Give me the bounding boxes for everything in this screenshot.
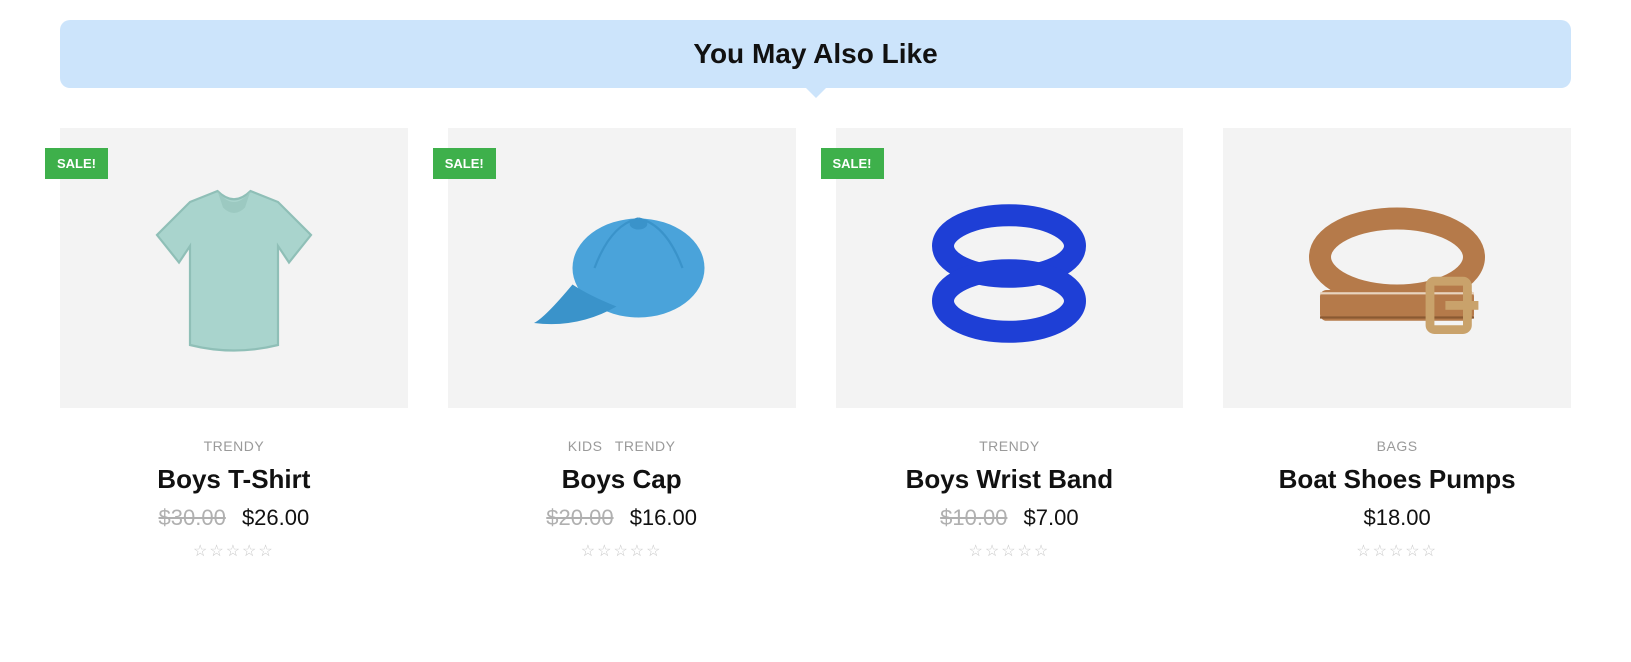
cap-icon xyxy=(512,158,732,378)
product-categories[interactable]: TRENDY xyxy=(836,438,1184,454)
product-categories[interactable]: TRENDY xyxy=(60,438,408,454)
category-link[interactable]: KIDS xyxy=(568,438,603,454)
belt-icon xyxy=(1287,158,1507,378)
new-price: $26.00 xyxy=(242,505,309,530)
old-price: $30.00 xyxy=(159,505,226,530)
product-price: $20.00 $16.00 xyxy=(448,505,796,531)
category-link[interactable]: BAGS xyxy=(1377,438,1418,454)
sale-badge: SALE! xyxy=(821,148,884,179)
product-title[interactable]: Boys Cap xyxy=(448,464,796,495)
new-price: $16.00 xyxy=(630,505,697,530)
category-link[interactable]: TRENDY xyxy=(615,438,676,454)
category-link[interactable]: TRENDY xyxy=(979,438,1040,454)
product-categories[interactable]: KIDS TRENDY xyxy=(448,438,796,454)
product-image[interactable]: SALE! xyxy=(836,128,1184,408)
old-price: $20.00 xyxy=(546,505,613,530)
sale-badge: SALE! xyxy=(433,148,496,179)
product-image[interactable]: SALE! xyxy=(60,128,408,408)
product-title[interactable]: Boys Wrist Band xyxy=(836,464,1184,495)
sale-badge: SALE! xyxy=(45,148,108,179)
rating-stars: ☆☆☆☆☆ xyxy=(60,541,408,561)
product-card[interactable]: SALE! KIDS TRENDY Boys Cap $20.00 $16.00… xyxy=(448,128,796,561)
new-price: $18.00 xyxy=(1363,505,1430,530)
product-title[interactable]: Boat Shoes Pumps xyxy=(1223,464,1571,495)
product-grid: SALE! TRENDY Boys T-Shirt $30.00 $26.00 … xyxy=(60,128,1571,561)
product-price: $18.00 xyxy=(1223,505,1571,531)
section-title: You May Also Like xyxy=(60,20,1571,88)
wristband-icon xyxy=(899,158,1119,378)
new-price: $7.00 xyxy=(1024,505,1079,530)
product-card[interactable]: SALE! TRENDY Boys Wrist Band $10.00 $7.0… xyxy=(836,128,1184,561)
product-price: $10.00 $7.00 xyxy=(836,505,1184,531)
old-price: $10.00 xyxy=(940,505,1007,530)
tshirt-icon xyxy=(124,158,344,378)
product-title[interactable]: Boys T-Shirt xyxy=(60,464,408,495)
product-card[interactable]: SALE! TRENDY Boys T-Shirt $30.00 $26.00 … xyxy=(60,128,408,561)
rating-stars: ☆☆☆☆☆ xyxy=(836,541,1184,561)
product-image[interactable] xyxy=(1223,128,1571,408)
product-categories[interactable]: BAGS xyxy=(1223,438,1571,454)
product-price: $30.00 $26.00 xyxy=(60,505,408,531)
category-link[interactable]: TRENDY xyxy=(204,438,265,454)
rating-stars: ☆☆☆☆☆ xyxy=(448,541,796,561)
rating-stars: ☆☆☆☆☆ xyxy=(1223,541,1571,561)
product-image[interactable]: SALE! xyxy=(448,128,796,408)
product-card[interactable]: BAGS Boat Shoes Pumps $18.00 ☆☆☆☆☆ xyxy=(1223,128,1571,561)
